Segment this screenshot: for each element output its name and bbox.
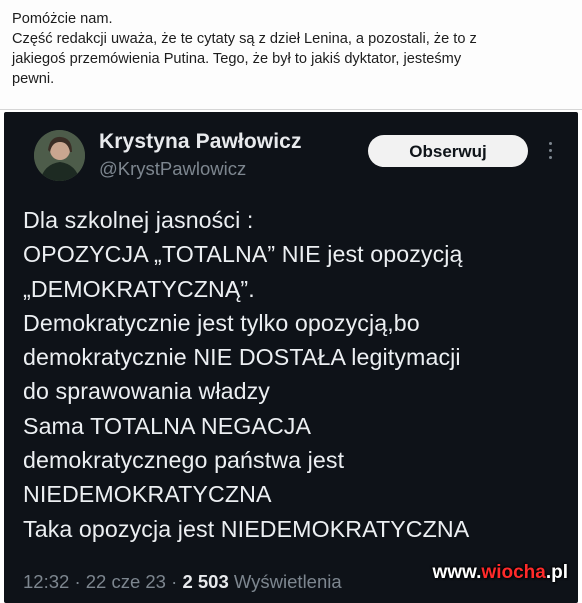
tweet-meta: 12:32 · 22 cze 23 · 2 503 Wyświetlenia — [23, 571, 342, 593]
caption-line: Pomóżcie nam. — [12, 11, 113, 27]
tweet-text-line: demokratycznie NIE DOSTAŁA legitymacji — [23, 344, 461, 371]
tweet-text: Dla szkolnej jasności : OPOZYCJA „TOTALN… — [23, 203, 568, 546]
watermark-part: www. — [432, 562, 482, 583]
tweet-text-line: Demokratycznie jest tylko opozycją,bo — [23, 309, 420, 336]
views-count: 2 503 — [182, 571, 229, 592]
site-watermark: www.wiocha.pl — [433, 562, 569, 584]
more-options-icon[interactable] — [542, 138, 558, 166]
tweet-card: Krystyna Pawłowicz @KrystPawlowicz Obser… — [4, 112, 578, 603]
tweet-time[interactable]: 12:32 — [23, 571, 69, 592]
meta-separator: · — [171, 571, 178, 592]
views-label[interactable]: Wyświetlenia — [234, 571, 342, 592]
post-caption: Pomóżcie nam. Część redakcji uważa, że t… — [0, 0, 582, 110]
meta-separator: · — [74, 571, 81, 592]
caption-line: Część redakcji uważa, że te cytaty są z … — [12, 31, 477, 47]
tweet-text-line: „DEMOKRATYCZNĄ”. — [23, 275, 255, 302]
caption-line: jakiegoś przemówienia Putina. Tego, że b… — [12, 51, 462, 67]
watermark-part: wiocha — [481, 562, 546, 583]
tweet-text-line: Dla szkolnej jasności : — [23, 207, 254, 233]
caption-line: pewni. — [12, 71, 55, 87]
follow-button[interactable]: Obserwuj — [368, 135, 528, 167]
tweet-date[interactable]: 22 cze 23 — [86, 571, 166, 592]
tweet-text-line: OPOZYCJA „TOTALNA” NIE jest opozycją — [23, 241, 463, 268]
tweet-text-line: demokratycznego państwa jest — [23, 447, 345, 474]
tweet-text-line: NIEDEMOKRATYCZNA — [23, 481, 272, 508]
avatar[interactable] — [34, 130, 85, 181]
author-handle[interactable]: @KrystPawlowicz — [99, 158, 246, 180]
tweet-text-line: Taka opozycja jest NIEDEMOKRATYCZNA — [23, 515, 470, 542]
watermark-part: .pl — [545, 562, 568, 583]
author-name[interactable]: Krystyna Pawłowicz — [99, 130, 302, 154]
tweet-text-line: Sama TOTALNA NEGACJA — [23, 412, 312, 439]
tweet-text-line: do sprawowania władzy — [23, 378, 270, 405]
